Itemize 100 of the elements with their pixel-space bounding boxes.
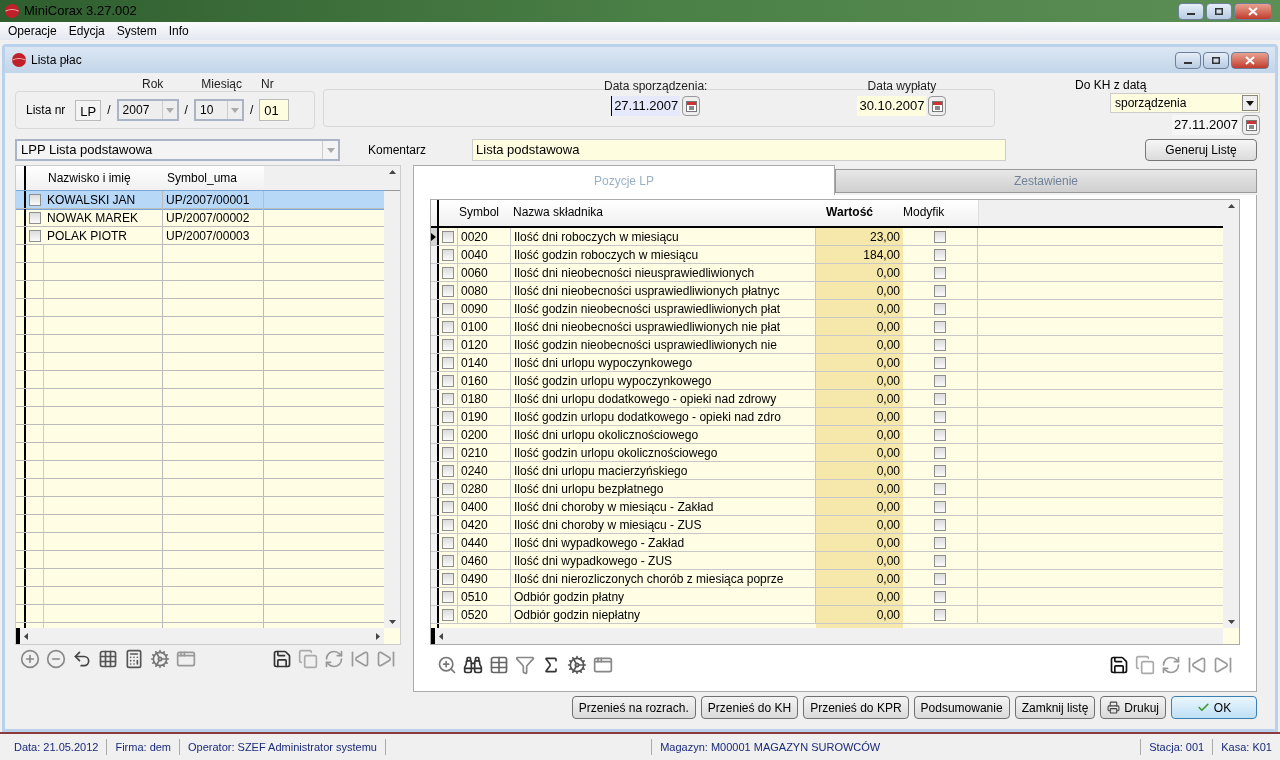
table-cell: 0,00 [816, 552, 903, 569]
table-cell: POLAK PIOTR [44, 227, 163, 244]
window-title: Lista płac [31, 52, 82, 69]
column-header[interactable]: Symbol [457, 200, 511, 226]
generate-button[interactable]: Generuj Listę [1145, 139, 1257, 161]
table-cell: 0,00 [816, 336, 903, 353]
table-cell: 0490 [457, 570, 511, 587]
table-cell: 0,00 [816, 390, 903, 407]
column-header[interactable]: Nazwa składnika [511, 200, 816, 226]
action-button[interactable]: Przenieś do KPR [803, 696, 909, 719]
table-cell: 0,00 [816, 444, 903, 461]
date-field[interactable]: 27.11.2007 [1171, 115, 1240, 135]
table-cell: 0520 [457, 606, 511, 623]
action-button[interactable]: Zamknij listę [1014, 696, 1096, 719]
table-cell: 23,00 [816, 228, 903, 245]
table-cell: 0,00 [816, 498, 903, 515]
table-cell: 0,00 [816, 408, 903, 425]
table-cell: 0440 [457, 534, 511, 551]
table-cell: KOWALSKI JAN [44, 191, 163, 208]
table-cell: 0240 [457, 462, 511, 479]
status-text: Kasa: K01 [1220, 739, 1273, 755]
table-row[interactable]: KOWALSKI JAN UP/2007/00001 [16, 191, 384, 209]
table-cell: 0,00 [816, 318, 903, 335]
menu-item[interactable]: Operacje [8, 22, 57, 40]
print-button[interactable]: Drukuj [1100, 696, 1166, 719]
table-cell: 0210 [457, 444, 511, 461]
table-cell: 0400 [457, 498, 511, 515]
table-cell: UP/2007/00001 [163, 191, 264, 208]
table-cell: 0,00 [816, 426, 903, 443]
table-cell: 0,00 [816, 534, 903, 551]
table-cell: 0120 [457, 336, 511, 353]
table-cell: 0,00 [816, 282, 903, 299]
status-text: Operator: SZEF Administrator systemu [180, 738, 386, 756]
nr-label: Nr [261, 76, 274, 89]
table-cell: UP/2007/00002 [163, 209, 264, 226]
date-type-dropdown[interactable]: sporządzenia [1110, 93, 1260, 113]
table-cell: 0,00 [816, 588, 903, 605]
table-cell: 0280 [457, 480, 511, 497]
status-text: Stacja: 001 [1141, 738, 1214, 756]
column-header[interactable]: Modyfik [903, 200, 978, 226]
table-cell: 0,00 [816, 570, 903, 587]
table-cell: 0100 [457, 318, 511, 335]
table-cell: 0,00 [816, 516, 903, 533]
table-cell: 0090 [457, 300, 511, 317]
table-cell: 0510 [457, 588, 511, 605]
menu-item[interactable]: System [116, 22, 157, 40]
date-field[interactable]: 30.10.2007 [857, 96, 927, 116]
table-cell: 0,00 [816, 354, 903, 371]
table-cell: 0460 [457, 552, 511, 569]
separator: / [184, 102, 188, 119]
date-label: Data sporządzenia: [604, 78, 708, 93]
table-cell: 0200 [457, 426, 511, 443]
do-kh-label: Do KH z datą [1075, 77, 1147, 90]
ok-button[interactable]: OK [1171, 696, 1257, 719]
month-label: Miesiąc [201, 76, 243, 89]
list-type-dropdown[interactable]: LPP Lista podstawowa [15, 139, 340, 161]
year-dropdown[interactable]: 2007 [116, 99, 179, 121]
table-cell: 0140 [457, 354, 511, 371]
table-cell: 0420 [457, 516, 511, 533]
status-text: Data: 21.05.2012 [6, 738, 108, 756]
table-cell: 0080 [457, 282, 511, 299]
comment-label: Komentarz [368, 142, 427, 159]
table-cell: 0,00 [816, 264, 903, 281]
column-header[interactable]: Wartość [816, 200, 903, 226]
year-label: Rok [142, 76, 164, 89]
month-dropdown[interactable]: 10 [193, 99, 244, 121]
date-label: Data wypłaty [867, 78, 937, 93]
column-header[interactable]: Symbol_uma [163, 166, 264, 190]
table-cell: 0160 [457, 372, 511, 389]
table-cell: 0,00 [816, 372, 903, 389]
status-text: Firma: dem [107, 738, 181, 756]
list-number-label: Lista nr [26, 102, 66, 119]
table-cell: 0020 [457, 228, 511, 245]
table-row[interactable]: NOWAK MAREK UP/2007/00002 [16, 209, 384, 227]
action-button[interactable]: Przenieś na rozrach. [571, 696, 696, 719]
status-text: Magazyn: M00001 MAGAZYN SUROWCÓW [651, 738, 1142, 756]
table-cell: 0,00 [816, 606, 903, 623]
table-row[interactable]: POLAK PIOTR UP/2007/00003 [16, 227, 384, 245]
nr-field[interactable]: 01 [259, 99, 290, 121]
column-header[interactable]: Nazwisko i imię [44, 166, 163, 190]
table-cell: 184,00 [816, 246, 903, 263]
action-button[interactable]: Podsumowanie [913, 696, 1010, 719]
table-cell: 0,00 [816, 480, 903, 497]
table-cell: 0,00 [816, 300, 903, 317]
menu-item[interactable]: Info [168, 22, 189, 40]
table-cell: 0040 [457, 246, 511, 263]
separator: / [249, 102, 254, 119]
table-cell: NOWAK MAREK [44, 209, 163, 226]
comment-field[interactable]: Lista podstawowa [472, 139, 1007, 161]
date-field[interactable]: 27.11.2007 [611, 96, 681, 116]
menu-item[interactable]: Edycja [68, 22, 105, 40]
table-cell: UP/2007/00003 [163, 227, 264, 244]
table-cell: 0,00 [816, 462, 903, 479]
action-button[interactable]: Przenieś do KH [700, 696, 799, 719]
separator: / [107, 102, 111, 119]
table-cell: 0180 [457, 390, 511, 407]
app-title: MiniCorax 3.27.002 [24, 2, 137, 21]
table-cell: 0060 [457, 264, 511, 281]
prefix-field[interactable]: LP [75, 99, 102, 121]
table-cell: 0190 [457, 408, 511, 425]
